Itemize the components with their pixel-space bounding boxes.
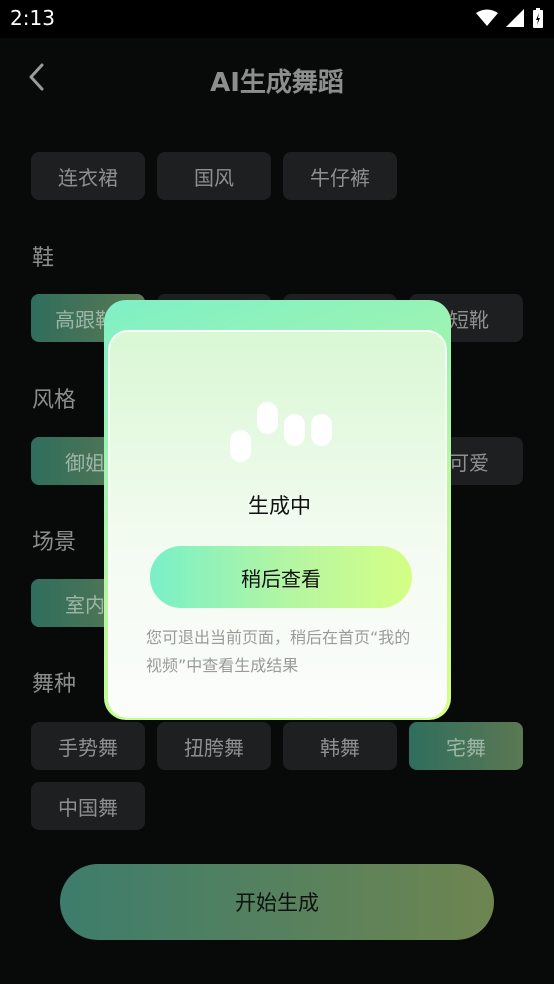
battery-icon: [533, 8, 543, 28]
signal-icon: [506, 9, 524, 27]
shoes-label: 鞋: [32, 246, 55, 271]
generating-dialog: 生成中 稍后查看 您可退出当前页面，稍后在首页“我的视频”中查看生成结果: [104, 300, 451, 720]
page-title: AI生成舞蹈: [210, 68, 344, 98]
generating-status: 生成中: [248, 494, 311, 518]
chip-dress[interactable]: 连衣裙: [31, 152, 145, 200]
dialog-body: 生成中 稍后查看 您可退出当前页面，稍后在首页“我的视频”中查看生成结果: [108, 330, 447, 718]
view-later-button[interactable]: 稍后查看: [150, 546, 412, 608]
chip-chinese-dance[interactable]: 中国舞: [31, 782, 145, 830]
dialog-hint: 您可退出当前页面，稍后在首页“我的视频”中查看生成结果: [146, 628, 411, 675]
status-icons: [476, 8, 544, 28]
wifi-icon: [476, 9, 498, 26]
chip-otaku-dance[interactable]: 宅舞: [409, 722, 523, 770]
scene-label: 场景: [32, 530, 77, 555]
start-generate-button[interactable]: 开始生成: [60, 864, 494, 940]
chip-jeans[interactable]: 牛仔裤: [283, 152, 397, 200]
chip-hip-dance[interactable]: 扭胯舞: [157, 722, 271, 770]
chip-gesture-dance[interactable]: 手势舞: [31, 722, 145, 770]
dance-label: 舞种: [32, 672, 77, 697]
chip-kpop-dance[interactable]: 韩舞: [283, 722, 397, 770]
status-bar: 2:13: [0, 0, 554, 38]
header: AI生成舞蹈: [0, 38, 554, 118]
style-label: 风格: [32, 388, 77, 413]
loading-icon: [230, 402, 340, 472]
status-time: 2:13: [10, 6, 55, 30]
chip-guofeng[interactable]: 国风: [157, 152, 271, 200]
